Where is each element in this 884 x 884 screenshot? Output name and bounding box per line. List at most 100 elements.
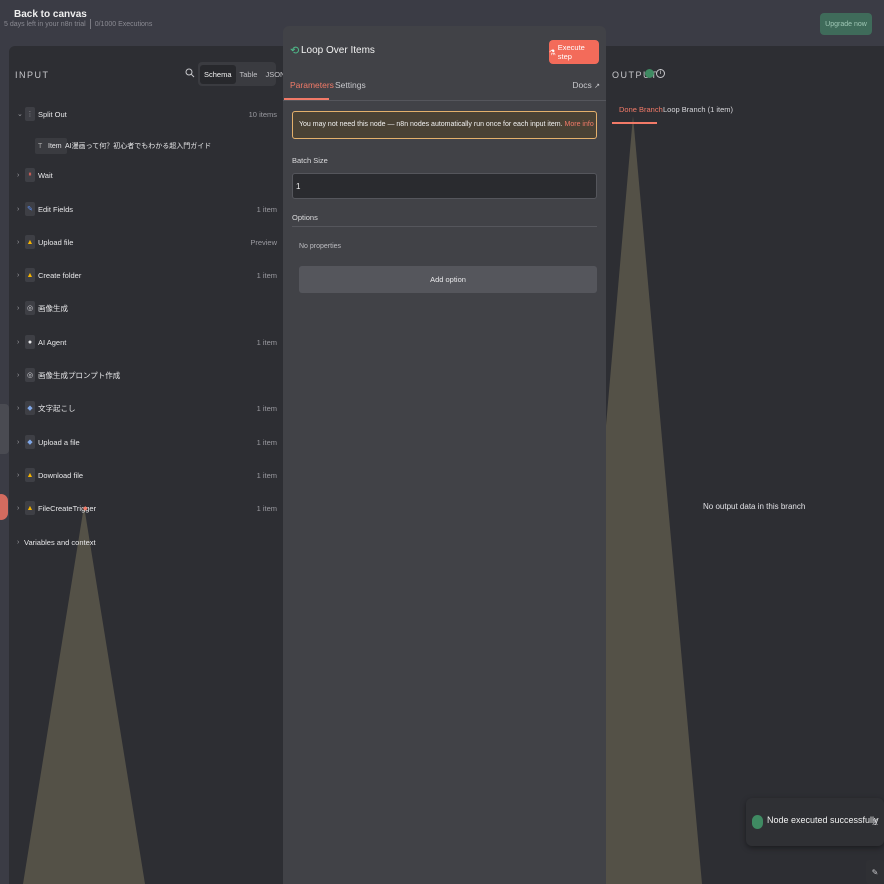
chevron-right-icon[interactable]: › [17, 172, 19, 179]
success-toast: Node executed successfully X [746, 798, 884, 846]
variables-context-row[interactable]: › Variables and context [9, 532, 284, 552]
chevron-right-icon[interactable]: › [17, 472, 19, 479]
node-label: 画像生成プロンプト作成 [38, 370, 121, 380]
divider [283, 100, 606, 101]
chevron-right-icon[interactable]: › [17, 239, 19, 246]
preview-label: Preview [250, 237, 277, 247]
node-label: 画像生成 [38, 303, 68, 313]
node-row-download-file[interactable]: › ▲ Download file 1 item [9, 465, 284, 485]
tab-schema[interactable]: Schema [200, 64, 236, 84]
node-label: 文字起こし [38, 403, 76, 413]
drive-icon: ▲ [25, 235, 35, 249]
help-button[interactable] [0, 494, 8, 520]
output-panel: OUTPUT i Done Branch Loop Branch (1 item… [606, 46, 884, 884]
tab-done-branch[interactable]: Done Branch [619, 105, 663, 114]
upgrade-label: Upgrade now [825, 20, 867, 28]
node-row-create-folder[interactable]: › ▲ Create folder 1 item [9, 265, 284, 285]
success-icon [645, 69, 654, 78]
node-title[interactable]: Loop Over Items [301, 45, 375, 56]
tab-settings[interactable]: Settings [335, 80, 366, 90]
divider [89, 19, 91, 29]
chevron-right-icon[interactable]: › [17, 539, 19, 546]
docs-link[interactable]: Docs ↗ [572, 80, 600, 90]
node-label: Upload a file [38, 437, 80, 447]
chevron-right-icon[interactable]: › [17, 305, 19, 312]
chevron-right-icon[interactable]: › [17, 439, 19, 446]
item-count: 1 item [256, 470, 277, 480]
more-info-link[interactable]: More info [565, 121, 594, 128]
tab-loop-branch[interactable]: Loop Branch (1 item) [663, 105, 733, 114]
display-mode-tabs: Schema Table JSON [198, 62, 284, 86]
item-count: 1 item [256, 437, 277, 447]
node-label: Download file [38, 470, 84, 480]
openai-icon: ◎ [25, 368, 35, 382]
field-row-item[interactable]: T Item AI漫画って何？初心者でもわかる超入門ガイド [9, 136, 284, 156]
no-properties-text: No properties [299, 243, 342, 250]
docs-label: Docs [572, 80, 592, 90]
chevron-right-icon[interactable]: › [17, 339, 19, 346]
text-type-icon: T [38, 142, 43, 150]
drive-icon: ▲ [25, 501, 35, 515]
sidebar-handle[interactable] [0, 404, 9, 454]
empty-state-text: No output data in this branch [703, 502, 806, 511]
info-notice: You may not need this node — n8n nodes a… [292, 111, 597, 139]
upgrade-button[interactable]: Upgrade now [820, 13, 872, 35]
variables-label: Variables and context [24, 537, 96, 547]
node-label: AI Agent [38, 337, 67, 347]
chevron-right-icon[interactable]: › [17, 405, 19, 412]
batch-size-input[interactable]: 1 [292, 173, 597, 199]
node-row-image-gen[interactable]: › ◎ 画像生成 [9, 298, 284, 318]
chevron-right-icon[interactable]: › [17, 206, 19, 213]
flask-icon: ⚗ [549, 47, 556, 57]
node-label: Split Out [38, 109, 67, 119]
external-link-icon: ↗ [594, 83, 600, 90]
chevron-down-icon[interactable]: ⌄ [17, 110, 23, 118]
tab-table[interactable]: Table [236, 65, 262, 84]
chevron-right-icon[interactable]: › [17, 272, 19, 279]
node-row-upload-file[interactable]: › ▲ Upload file Preview [9, 232, 284, 252]
field-name: Item [48, 142, 62, 150]
item-count: 1 item [256, 270, 277, 280]
node-row-edit-fields[interactable]: › ✎ Edit Fields 1 item [9, 199, 284, 219]
node-label: Wait [38, 170, 53, 180]
trial-info: 5 days left in your n8n trial 0/1000 Exec… [4, 19, 152, 29]
node-row-split-out[interactable]: ⌄ ⋮ Split Out 10 items [9, 104, 284, 124]
item-count: 1 item [256, 204, 277, 214]
active-tab-indicator [612, 122, 657, 124]
node-row-wait[interactable]: › ⏸ Wait [9, 165, 284, 185]
divider [292, 226, 597, 227]
trial-text: 5 days left in your n8n trial [4, 20, 86, 28]
chevron-right-icon[interactable]: › [17, 372, 19, 379]
loop-icon: ⟲ [290, 45, 300, 57]
execute-step-button[interactable]: ⚗ Execute step [549, 40, 599, 64]
node-row-prompt-gen[interactable]: › ◎ 画像生成プロンプト作成 [9, 365, 284, 385]
add-option-label: Add option [430, 275, 466, 284]
node-row-ai-agent[interactable]: › ● AI Agent 1 item [9, 332, 284, 352]
node-row-file-create-trigger[interactable]: › ▲ FileCreateTrigger ◆ 1 item [9, 498, 284, 518]
toast-message: Node executed successfully [767, 815, 879, 825]
tab-json[interactable]: JSON [261, 65, 284, 84]
node-label: Edit Fields [38, 204, 74, 214]
item-count: 10 items [248, 109, 277, 119]
drive-icon: ▲ [25, 468, 35, 482]
execute-label: Execute step [557, 43, 585, 61]
split-icon: ⋮ [25, 107, 35, 121]
field-value: AI漫画って何？初心者でもわかる超入門ガイド [65, 143, 212, 150]
diamond-icon: ◆ [25, 401, 35, 415]
node-row-upload-a-file[interactable]: › ◆ Upload a file 1 item [9, 432, 284, 452]
pencil-icon: ✎ [25, 202, 35, 216]
decorative-triangle [606, 116, 702, 884]
success-icon [752, 815, 763, 829]
info-icon[interactable]: i [656, 69, 665, 78]
search-icon[interactable] [185, 68, 195, 78]
item-count: 1 item [256, 503, 277, 513]
tab-parameters[interactable]: Parameters [290, 80, 334, 90]
chevron-right-icon[interactable]: › [17, 505, 19, 512]
pause-icon: ⏸ [25, 168, 35, 182]
node-row-transcribe[interactable]: › ◆ 文字起こし 1 item [9, 398, 284, 418]
input-title: INPUT [15, 70, 50, 80]
close-icon[interactable]: X [872, 817, 878, 827]
feedback-icon[interactable]: ✎ [866, 860, 884, 884]
executions-count: 0/1000 Executions [94, 20, 153, 28]
add-option-button[interactable]: Add option [299, 266, 597, 293]
